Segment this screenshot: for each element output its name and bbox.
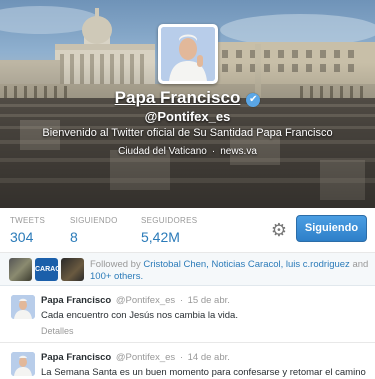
- stat-followers-value: 5,42M: [141, 229, 180, 245]
- profile-display-name[interactable]: Papa Francisco: [115, 88, 241, 107]
- tweet-item[interactable]: Papa Francisco @Pontifex_es · 14 de abr.…: [0, 343, 375, 379]
- followed-by-others-link[interactable]: 100+ others.: [90, 271, 143, 282]
- stat-following-label: SIGUIENDO: [70, 216, 118, 225]
- followed-by-prefix: Followed by: [90, 259, 141, 270]
- follower-avatar-3[interactable]: [61, 258, 84, 281]
- tweet-date[interactable]: 15 de abr.: [188, 295, 230, 306]
- verified-badge-icon: ✔: [246, 93, 261, 107]
- following-button[interactable]: Siguiendo: [296, 215, 367, 242]
- followed-by-connector: and: [352, 259, 369, 270]
- meta-separator: ·: [211, 146, 216, 157]
- tweet-separator: ·: [179, 295, 183, 306]
- profile-meta: Ciudad del Vaticano · news.va: [0, 146, 375, 157]
- tweet-header: Papa Francisco @Pontifex_es · 15 de abr.: [41, 295, 230, 306]
- follower-avatar-1[interactable]: [9, 258, 32, 281]
- tweet-header: Papa Francisco @Pontifex_es · 14 de abr.: [41, 352, 230, 363]
- tweet-date[interactable]: 14 de abr.: [188, 352, 230, 363]
- stat-tweets[interactable]: TWEETS 304: [10, 216, 45, 245]
- tweet-author-name[interactable]: Papa Francisco: [41, 352, 111, 363]
- tweet-item[interactable]: Papa Francisco @Pontifex_es · 15 de abr.…: [0, 286, 375, 343]
- stat-followers[interactable]: SEGUIDORES 5,42M: [141, 216, 197, 245]
- stat-tweets-value: 304: [10, 229, 34, 245]
- gear-icon[interactable]: ⚙: [268, 219, 290, 241]
- tweet-text: La Semana Santa es un buen momento para …: [41, 367, 366, 378]
- tweet-text: Cada encuentro con Jesús nos cambia la v…: [41, 310, 238, 321]
- tweet-avatar[interactable]: [11, 295, 35, 319]
- tweet-author-handle[interactable]: @Pontifex_es: [116, 352, 175, 363]
- profile-location: Ciudad del Vaticano: [118, 146, 207, 157]
- profile-name-row: Papa Francisco ✔: [0, 88, 375, 108]
- stat-following[interactable]: SIGUIENDO 8: [70, 216, 118, 245]
- followed-by-bar: CARACOL Followed by Cristobal Chen, Noti…: [0, 253, 375, 286]
- stat-tweets-label: TWEETS: [10, 216, 46, 225]
- profile-page: Papa Francisco ✔ @Pontifex_es Bienvenido …: [0, 0, 375, 379]
- tweet-avatar[interactable]: [11, 352, 35, 376]
- profile-website-link[interactable]: news.va: [220, 146, 257, 157]
- stat-following-value: 8: [70, 229, 78, 245]
- profile-header-cover: Papa Francisco ✔ @Pontifex_es Bienvenido …: [0, 0, 375, 208]
- tweet-author-name[interactable]: Papa Francisco: [41, 295, 111, 306]
- profile-bio: Bienvenido al Twitter oficial de Su Sant…: [42, 127, 333, 139]
- tweet-separator: ·: [179, 352, 183, 363]
- tweet-details-link[interactable]: Detalles: [41, 326, 74, 336]
- pope-avatar-image: [161, 27, 215, 81]
- followed-by-text: Followed by Cristobal Chen, Noticias Car…: [90, 259, 372, 283]
- followed-by-names-link[interactable]: Cristobal Chen, Noticias Caracol, luis c…: [143, 259, 349, 270]
- profile-avatar[interactable]: [158, 24, 218, 84]
- tweet-author-handle[interactable]: @Pontifex_es: [116, 295, 175, 306]
- follower-avatar-2[interactable]: CARACOL: [35, 258, 58, 281]
- profile-handle: @Pontifex_es: [144, 109, 231, 124]
- stat-followers-label: SEGUIDORES: [141, 216, 198, 225]
